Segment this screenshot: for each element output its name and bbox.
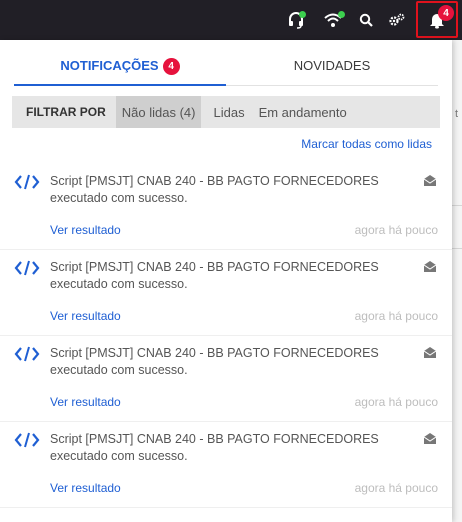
top-bar: 4	[0, 0, 462, 40]
filter-option-read[interactable]: Lidas	[207, 96, 250, 128]
view-result-link[interactable]: Ver resultado	[50, 481, 121, 495]
filter-label: FILTRAR POR	[26, 105, 106, 119]
notification-time: agora há pouco	[354, 223, 438, 237]
notification-time: agora há pouco	[354, 481, 438, 495]
code-icon	[14, 346, 40, 362]
tab-label: NOVIDADES	[293, 58, 371, 73]
code-icon	[14, 432, 40, 448]
filter-option-in-progress[interactable]: Em andamento	[253, 96, 353, 128]
code-icon	[14, 174, 40, 190]
mark-all-read-link[interactable]: Marcar todas como lidas	[301, 137, 432, 151]
background-text: t	[455, 108, 459, 120]
notification-text: Script [PMSJT] CNAB 240 - BB PAGTO FORNE…	[50, 260, 379, 291]
tab-bar: NOTIFICAÇÕES 4 NOVIDADES	[14, 58, 438, 86]
code-icon	[14, 260, 40, 276]
tab-badge: 4	[162, 58, 180, 75]
headset-icon[interactable]	[283, 0, 309, 40]
settings-icon[interactable]	[385, 0, 409, 40]
notification-item[interactable]: Script [PMSJT] CNAB 240 - BB PAGTO FORNE…	[0, 422, 452, 508]
filter-bar: FILTRAR POR Não lidas (4) Lidas Em andam…	[12, 96, 440, 128]
view-result-link[interactable]: Ver resultado	[50, 309, 121, 323]
status-dot	[299, 11, 306, 18]
bell-badge: 4	[438, 5, 454, 21]
tab-notificacoes[interactable]: NOTIFICAÇÕES 4	[14, 58, 226, 86]
tab-label: NOTIFICAÇÕES	[60, 58, 159, 73]
notification-text: Script [PMSJT] CNAB 240 - BB PAGTO FORNE…	[50, 174, 379, 205]
search-icon[interactable]	[355, 0, 377, 40]
notification-panel: NOTIFICAÇÕES 4 NOVIDADES FILTRAR POR Não…	[0, 40, 452, 522]
notification-text: Script [PMSJT] CNAB 240 - BB PAGTO FORNE…	[50, 432, 379, 463]
wifi-icon[interactable]	[320, 0, 346, 40]
status-dot	[338, 11, 345, 18]
view-result-link[interactable]: Ver resultado	[50, 223, 121, 237]
notification-item[interactable]: Script [PMSJT] CNAB 240 - BB PAGTO FORNE…	[0, 250, 452, 336]
background-divider	[452, 205, 462, 206]
tab-novidades[interactable]: NOVIDADES	[226, 58, 438, 86]
envelope-open-icon[interactable]	[424, 347, 436, 358]
envelope-open-icon[interactable]	[424, 261, 436, 272]
envelope-open-icon[interactable]	[424, 175, 436, 186]
notification-time: agora há pouco	[354, 309, 438, 323]
notifications-bell-button[interactable]: 4	[416, 1, 458, 38]
filter-option-unread[interactable]: Não lidas (4)	[115, 96, 202, 128]
notification-text: Script [PMSJT] CNAB 240 - BB PAGTO FORNE…	[50, 346, 379, 377]
notification-time: agora há pouco	[354, 395, 438, 409]
envelope-open-icon[interactable]	[424, 433, 436, 444]
background-divider	[452, 248, 462, 249]
notification-item[interactable]: Script [PMSJT] CNAB 240 - BB PAGTO FORNE…	[0, 336, 452, 422]
notification-item[interactable]: Script [PMSJT] CNAB 240 - BB PAGTO FORNE…	[0, 164, 452, 250]
view-result-link[interactable]: Ver resultado	[50, 395, 121, 409]
